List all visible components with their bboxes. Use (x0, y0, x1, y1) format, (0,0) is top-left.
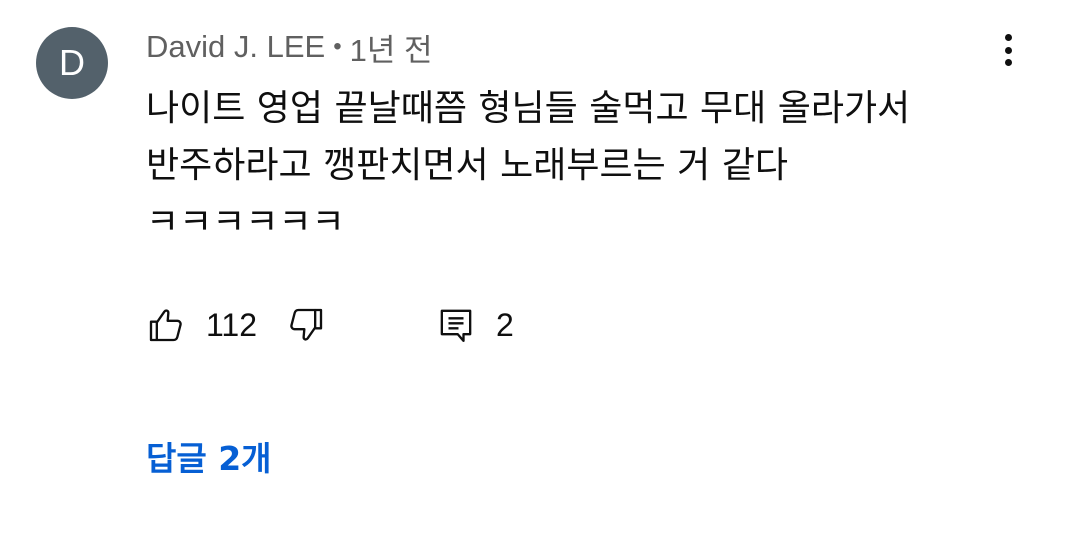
like-count: 112 (206, 306, 258, 343)
avatar-letter: D (59, 42, 85, 83)
reply-button[interactable]: 2 (436, 305, 514, 345)
reply-count: 2 (496, 306, 514, 343)
author-name[interactable]: David J. LEE (146, 29, 325, 65)
comment-header: David J. LEE • 1년 전 (146, 26, 433, 68)
thumbs-down-icon (290, 308, 323, 341)
dislike-button[interactable] (286, 305, 436, 345)
comment-actions: 112 2 (146, 302, 514, 348)
view-replies-button[interactable]: 답글 2개 (146, 430, 272, 482)
thumbs-up-icon (149, 309, 182, 342)
comment-thread: D David J. LEE • 1년 전 나이트 영업 끝날때쯤 형님들 술먹… (0, 0, 1080, 537)
more-vert-icon (1004, 34, 1012, 41)
comment-icon (440, 309, 472, 342)
more-options-button[interactable] (988, 28, 1028, 72)
comment-text: 나이트 영업 끝날때쯤 형님들 술먹고 무대 올라가서 반주하라고 깽판치면서 … (146, 88, 911, 243)
separator-dot: • (333, 33, 342, 60)
like-button[interactable]: 112 (146, 305, 286, 345)
avatar[interactable]: D (36, 27, 108, 99)
comment-time[interactable]: 1년 전 (350, 25, 433, 70)
